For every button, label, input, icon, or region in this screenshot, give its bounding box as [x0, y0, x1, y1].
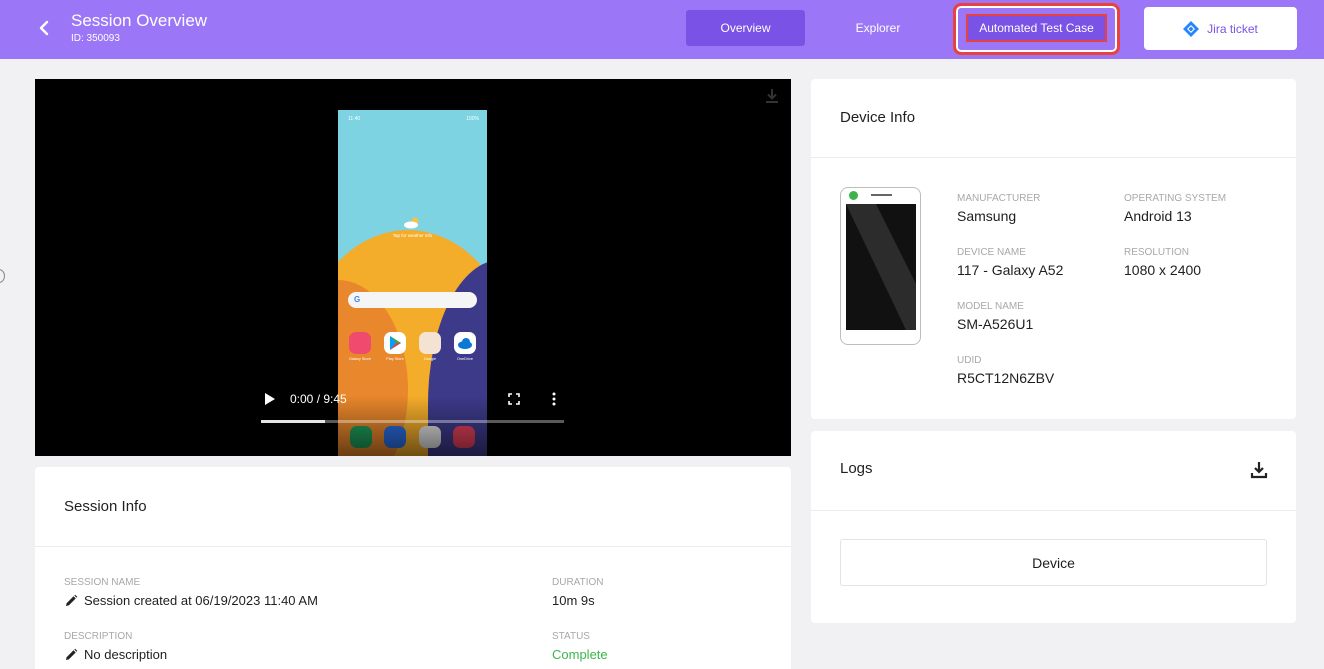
tab-explorer[interactable]: Explorer: [818, 10, 938, 46]
weather-icon: [404, 217, 419, 229]
device-info-card: Device Info MANUFACTURER Samsung OPERATI…: [811, 79, 1296, 419]
resolution-value: 1080 x 2400: [1124, 262, 1202, 278]
model-name-label: MODEL NAME: [957, 301, 1024, 312]
session-video-player[interactable]: 11:40 100% Tap for weather info G Galaxy…: [35, 79, 791, 456]
session-info-card: Session Info SESSION NAME Session create…: [35, 467, 791, 669]
jira-ticket-label: Jira ticket: [1207, 21, 1258, 36]
divider: [811, 510, 1296, 511]
device-phone-illustration: [840, 187, 921, 345]
description-value: No description: [64, 647, 167, 662]
resolution-label: RESOLUTION: [1124, 247, 1190, 258]
session-info-title: Session Info: [64, 498, 147, 515]
session-name-text: Session created at 06/19/2023 11:40 AM: [84, 593, 318, 608]
tab-automated-test-case[interactable]: Automated Test Case: [966, 14, 1107, 42]
back-arrow-icon[interactable]: [32, 16, 56, 40]
manufacturer-label: MANUFACTURER: [957, 193, 1041, 204]
divider: [811, 157, 1296, 158]
tab-overview[interactable]: Overview: [686, 10, 805, 46]
app-label: Google: [423, 357, 437, 361]
logs-download-icon[interactable]: [1250, 461, 1268, 479]
side-handle-icon[interactable]: [0, 269, 5, 283]
app-label: Galaxy Store: [349, 357, 371, 361]
app-google: Google: [414, 332, 446, 361]
device-status-dot: [849, 191, 858, 200]
app-onedrive: OneDrive: [449, 332, 481, 361]
duration-label: DURATION: [552, 577, 604, 588]
session-id: ID: 350093: [71, 33, 120, 44]
model-name-value: SM-A526U1: [957, 316, 1034, 332]
session-name-value: Session created at 06/19/2023 11:40 AM: [64, 593, 318, 608]
app-play-store: Play Store: [379, 332, 411, 361]
os-value: Android 13: [1124, 208, 1192, 224]
google-icon: G: [354, 295, 361, 304]
udid-label: UDID: [957, 355, 982, 366]
app-row: Galaxy Store Play Store Google OneDrive: [344, 332, 481, 361]
page-title: Session Overview: [71, 11, 208, 30]
logs-card: Logs Device: [811, 431, 1296, 623]
divider: [35, 546, 791, 547]
jira-icon: [1183, 20, 1200, 37]
phone-status-bar: 11:40 100%: [348, 116, 479, 122]
device-speaker: [871, 194, 892, 196]
device-name-value: 117 - Galaxy A52: [957, 262, 1064, 278]
description-label: DESCRIPTION: [64, 631, 133, 642]
phone-status-time: 11:40: [348, 116, 361, 122]
duration-value: 10m 9s: [552, 593, 595, 608]
status-label: STATUS: [552, 631, 590, 642]
video-time: 0:00 / 9:45: [290, 392, 347, 406]
galaxy-store-icon: [349, 332, 371, 354]
device-name-label: DEVICE NAME: [957, 247, 1026, 258]
manufacturer-value: Samsung: [957, 208, 1017, 224]
app-label: OneDrive: [456, 357, 474, 361]
video-progress-fill: [261, 420, 325, 423]
session-name-label: SESSION NAME: [64, 577, 141, 588]
phone-status-battery: 100%: [466, 116, 479, 122]
jira-ticket-button[interactable]: Jira ticket: [1144, 7, 1297, 50]
description-text: No description: [84, 647, 168, 662]
fullscreen-icon[interactable]: [508, 393, 520, 405]
google-folder-icon: [419, 332, 441, 354]
more-options-icon[interactable]: [552, 392, 556, 406]
weather-widget-text: Tap for weather info: [392, 233, 433, 238]
app-label: Play Store: [386, 357, 404, 361]
logs-title: Logs: [840, 460, 873, 477]
app-galaxy-store: Galaxy Store: [344, 332, 376, 361]
play-icon[interactable]: [265, 393, 275, 405]
udid-value: R5CT12N6ZBV: [957, 370, 1055, 386]
device-info-title: Device Info: [840, 109, 916, 126]
video-controls: 0:00 / 9:45: [261, 388, 565, 410]
device-display-icon: [846, 204, 916, 330]
status-value: Complete: [552, 647, 608, 662]
device-logs-button[interactable]: Device: [840, 539, 1267, 586]
edit-pencil-icon[interactable]: [64, 594, 78, 608]
play-store-icon: [384, 332, 406, 354]
os-label: OPERATING SYSTEM: [1124, 193, 1227, 204]
top-header: Session Overview ID: 350093 Overview Exp…: [0, 0, 1324, 59]
onedrive-icon: [454, 332, 476, 354]
video-download-icon[interactable]: [763, 87, 781, 105]
google-search-bar: G: [348, 292, 477, 308]
edit-pencil-icon[interactable]: [64, 648, 78, 662]
video-progress-bar[interactable]: [261, 420, 564, 423]
